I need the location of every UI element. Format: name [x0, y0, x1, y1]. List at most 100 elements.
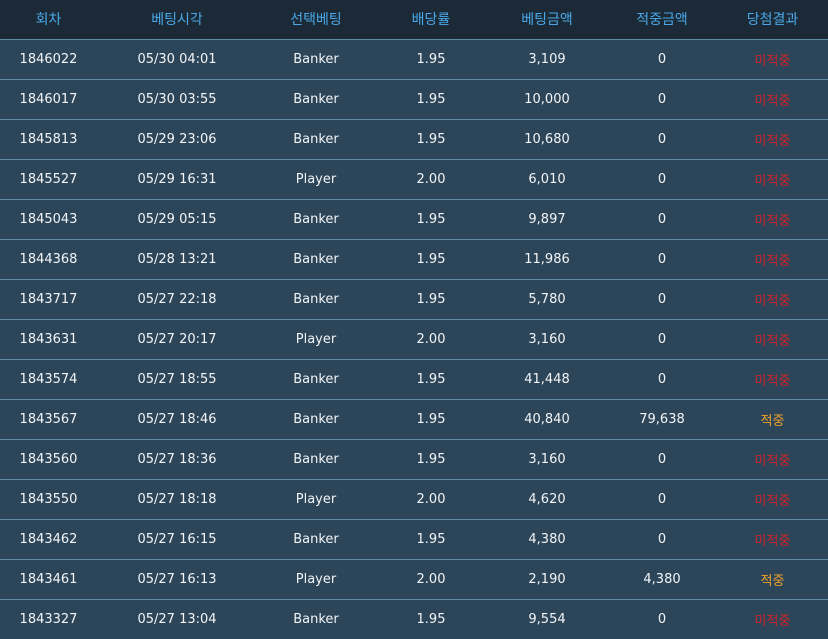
cell-round: 1843550	[19, 491, 78, 507]
cell-selected-bet: Banker	[293, 91, 339, 107]
cell-odds: 1.95	[416, 291, 446, 307]
cell-bet-time: 05/29 16:31	[137, 171, 217, 187]
cell-bet-time: 05/27 16:13	[137, 571, 217, 587]
cell-payout-amount: 0	[657, 371, 667, 387]
table-header-row: 회차 베팅시각 선택베팅 배당률 베팅금액 적중금액 당첨결과	[0, 0, 828, 39]
cell-selected-bet: Banker	[293, 451, 339, 467]
cell-round: 1843567	[19, 411, 78, 427]
cell-result: 미적중	[754, 613, 791, 629]
cell-bet-amount: 5,780	[528, 291, 566, 307]
cell-selected-bet: Player	[295, 171, 337, 187]
cell-selected-bet: Banker	[293, 371, 339, 387]
cell-payout-amount: 4,380	[643, 571, 681, 587]
cell-bet-time: 05/27 18:18	[137, 491, 217, 507]
header-bet-amount: 베팅금액	[521, 12, 573, 29]
cell-payout-amount: 0	[657, 291, 667, 307]
table-row: 1845043 05/29 05:15 Banker 1.95 9,897 0 미적중	[0, 199, 828, 239]
cell-odds: 1.95	[416, 451, 446, 467]
table-row: 1846017 05/30 03:55 Banker 1.95 10,000 0 미적중	[0, 79, 828, 119]
cell-selected-bet: Player	[295, 331, 337, 347]
cell-bet-time: 05/27 18:55	[137, 371, 217, 387]
cell-odds: 1.95	[416, 611, 446, 627]
table-row: 1843461 05/27 16:13 Player 2.00 2,190 4,380 적중	[0, 559, 828, 599]
cell-selected-bet: Banker	[293, 251, 339, 267]
cell-round: 1843631	[19, 331, 78, 347]
cell-result: 미적중	[754, 213, 791, 229]
cell-result: 미적중	[754, 293, 791, 309]
cell-bet-time: 05/27 18:36	[137, 451, 217, 467]
cell-result: 미적중	[754, 533, 791, 549]
cell-selected-bet: Banker	[293, 531, 339, 547]
cell-odds: 2.00	[416, 491, 446, 507]
table-row: 1843717 05/27 22:18 Banker 1.95 5,780 0 미적중	[0, 279, 828, 319]
cell-result: 적중	[760, 413, 785, 429]
table-row: 1843550 05/27 18:18 Player 2.00 4,620 0 미적중	[0, 479, 828, 519]
cell-round: 1846022	[19, 51, 78, 67]
cell-bet-amount: 3,160	[528, 331, 566, 347]
cell-result: 미적중	[754, 333, 791, 349]
cell-round: 1845043	[19, 211, 78, 227]
cell-bet-amount: 11,986	[524, 251, 570, 267]
cell-odds: 1.95	[416, 251, 446, 267]
cell-result: 미적중	[754, 173, 791, 189]
cell-bet-time: 05/30 04:01	[137, 51, 217, 67]
cell-bet-amount: 3,160	[528, 451, 566, 467]
cell-bet-time: 05/27 18:46	[137, 411, 217, 427]
cell-selected-bet: Banker	[293, 211, 339, 227]
table-row: 1845813 05/29 23:06 Banker 1.95 10,680 0 미적중	[0, 119, 828, 159]
cell-payout-amount: 0	[657, 91, 667, 107]
cell-round: 1843560	[19, 451, 78, 467]
cell-bet-amount: 9,554	[528, 611, 566, 627]
cell-bet-amount: 10,000	[524, 91, 570, 107]
cell-result: 적중	[760, 573, 785, 589]
cell-selected-bet: Banker	[293, 611, 339, 627]
cell-bet-time: 05/29 05:15	[137, 211, 217, 227]
cell-odds: 2.00	[416, 331, 446, 347]
cell-round: 1845813	[19, 131, 78, 147]
cell-payout-amount: 0	[657, 491, 667, 507]
header-odds: 배당률	[411, 12, 451, 29]
header-selected-bet: 선택베팅	[290, 12, 342, 29]
cell-payout-amount: 0	[657, 51, 667, 67]
table-row: 1843574 05/27 18:55 Banker 1.95 41,448 0 미적중	[0, 359, 828, 399]
cell-selected-bet: Player	[295, 571, 337, 587]
cell-bet-amount: 2,190	[528, 571, 566, 587]
cell-round: 1843574	[19, 371, 78, 387]
cell-odds: 1.95	[416, 371, 446, 387]
cell-selected-bet: Banker	[293, 411, 339, 427]
cell-selected-bet: Banker	[293, 51, 339, 67]
cell-round: 1844368	[19, 251, 78, 267]
cell-result: 미적중	[754, 253, 791, 269]
cell-payout-amount: 0	[657, 211, 667, 227]
table-row: 1846022 05/30 04:01 Banker 1.95 3,109 0 미적중	[0, 39, 828, 79]
cell-bet-time: 05/27 13:04	[137, 611, 217, 627]
cell-payout-amount: 79,638	[639, 411, 685, 427]
cell-result: 미적중	[754, 53, 791, 69]
cell-odds: 1.95	[416, 531, 446, 547]
cell-bet-time: 05/27 22:18	[137, 291, 217, 307]
cell-round: 1843462	[19, 531, 78, 547]
cell-odds: 1.95	[416, 91, 446, 107]
cell-bet-amount: 41,448	[524, 371, 570, 387]
cell-selected-bet: Player	[295, 491, 337, 507]
cell-result: 미적중	[754, 493, 791, 509]
cell-payout-amount: 0	[657, 531, 667, 547]
cell-payout-amount: 0	[657, 611, 667, 627]
table-row: 1843560 05/27 18:36 Banker 1.95 3,160 0 미적중	[0, 439, 828, 479]
table-row: 1843631 05/27 20:17 Player 2.00 3,160 0 미적중	[0, 319, 828, 359]
cell-selected-bet: Banker	[293, 131, 339, 147]
cell-bet-amount: 40,840	[524, 411, 570, 427]
table-row: 1844368 05/28 13:21 Banker 1.95 11,986 0 미적중	[0, 239, 828, 279]
cell-round: 1843717	[19, 291, 78, 307]
cell-odds: 1.95	[416, 211, 446, 227]
cell-bet-amount: 4,380	[528, 531, 566, 547]
cell-round: 1846017	[19, 91, 78, 107]
cell-bet-time: 05/28 13:21	[137, 251, 217, 267]
cell-odds: 1.95	[416, 131, 446, 147]
cell-selected-bet: Banker	[293, 291, 339, 307]
table-row: 1845527 05/29 16:31 Player 2.00 6,010 0 미적중	[0, 159, 828, 199]
cell-result: 미적중	[754, 373, 791, 389]
cell-bet-amount: 3,109	[528, 51, 566, 67]
cell-result: 미적중	[754, 453, 791, 469]
cell-bet-amount: 9,897	[528, 211, 566, 227]
